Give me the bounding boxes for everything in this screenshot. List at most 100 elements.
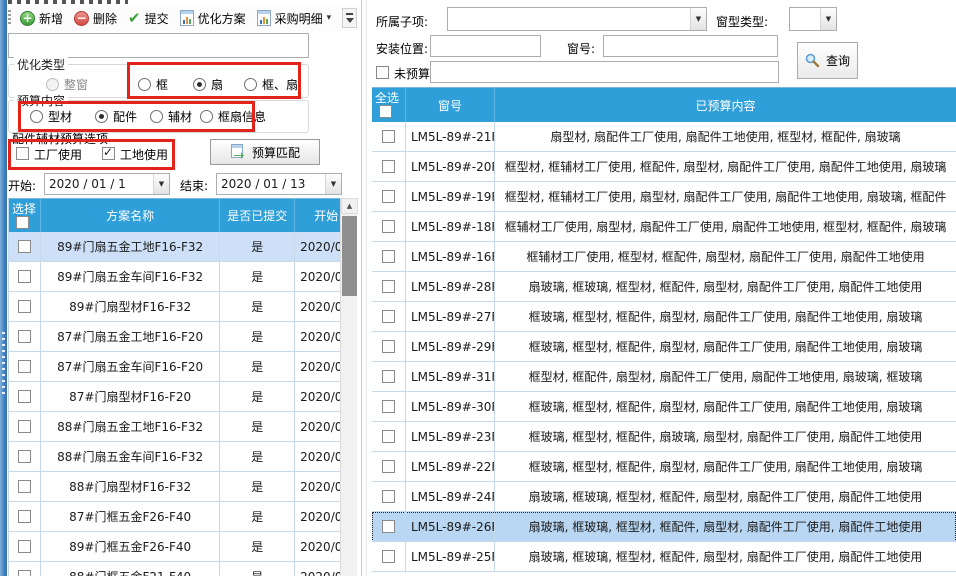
checkmark-icon: ✔ [128, 11, 141, 25]
plan-table-row[interactable]: 89#门框五金F26-F40 是 2020/0 [9, 532, 357, 562]
radio-sash[interactable] [193, 78, 206, 91]
purchase-detail-button[interactable]: 采购明细 ▾ [253, 8, 336, 29]
budget-row-checkbox[interactable] [382, 520, 395, 533]
radio-auxiliary[interactable] [150, 110, 163, 123]
radio-frame-sash[interactable] [244, 78, 257, 91]
dropdown-arrow-icon[interactable]: ▼ [153, 174, 169, 194]
budget-match-button[interactable]: 预算匹配 [210, 139, 320, 165]
budget-row-checkbox[interactable] [382, 220, 395, 233]
scroll-up-icon[interactable]: ▲ [341, 198, 358, 214]
plan-submitted-cell: 是 [220, 322, 295, 352]
budget-row-checkbox[interactable] [382, 340, 395, 353]
scrollbar-thumb[interactable] [342, 216, 357, 296]
submit-button[interactable]: ✔ 提交 [124, 8, 173, 29]
budget-table-row[interactable]: LM5L-89#-18F16 框辅材工厂使用, 扇型材, 扇配件工厂使用, 扇配… [372, 212, 956, 242]
plan-table-row[interactable]: 87#门扇型材F16-F20 是 2020/0 [9, 382, 357, 412]
budget-table-row[interactable]: LM5L-89#-16F15 框辅材工厂使用, 框型材, 框配件, 扇型材, 扇… [372, 242, 956, 272]
budget-table-row[interactable]: LM5L-89#-20F18 框型材, 框辅材工厂使用, 框配件, 扇型材, 扇… [372, 152, 956, 182]
end-date-label: 结束: [180, 177, 208, 194]
plan-table-scrollbar[interactable]: ▲ [340, 198, 357, 576]
plan-row-checkbox[interactable] [18, 420, 31, 433]
dropdown-arrow-icon[interactable]: ▼ [325, 174, 341, 194]
plan-row-checkbox[interactable] [18, 570, 31, 576]
budget-table-row[interactable]: LM5L-89#-25F23 扇玻璃, 框玻璃, 框型材, 框配件, 扇型材, … [372, 542, 956, 572]
window-type-select[interactable]: ▼ [789, 7, 837, 31]
plan-row-checkbox[interactable] [18, 450, 31, 463]
plan-row-checkbox[interactable] [18, 330, 31, 343]
budget-table-row[interactable]: LM5L-89#-31F29 框型材, 框配件, 扇型材, 扇配件工厂使用, 扇… [372, 362, 956, 392]
plan-table-row[interactable]: 88#门扇五金车间F16-F32 是 2020/0 [9, 442, 357, 472]
plan-table-row[interactable]: 87#门扇五金工地F16-F20 是 2020/0 [9, 322, 357, 352]
dropdown-arrow-icon[interactable]: ▼ [820, 8, 836, 30]
budget-table-row[interactable]: LM5L-89#-30F28 框玻璃, 框型材, 框配件, 扇型材, 扇配件工厂… [372, 392, 956, 422]
unbudgeted-input[interactable] [430, 61, 779, 83]
budget-window-no-cell: LM5L-89#-28F26 [406, 272, 495, 302]
radio-accessory[interactable] [95, 110, 108, 123]
budget-row-checkbox[interactable] [382, 250, 395, 263]
budget-row-checkbox[interactable] [382, 370, 395, 383]
site-use-checkbox[interactable] [102, 147, 115, 160]
radio-auxiliary-label: 辅材 [168, 108, 192, 125]
splitter-grip-icon[interactable] [2, 332, 5, 394]
budget-row-checkbox[interactable] [382, 160, 395, 173]
select-all-plans-checkbox[interactable] [16, 216, 29, 229]
budget-row-checkbox[interactable] [382, 190, 395, 203]
budget-row-checkbox[interactable] [382, 490, 395, 503]
budget-table-row[interactable]: LM5L-89#-24F22 扇玻璃, 框玻璃, 框型材, 框配件, 扇型材, … [372, 482, 956, 512]
budget-row-checkbox[interactable] [382, 550, 395, 563]
plan-row-checkbox[interactable] [18, 360, 31, 373]
budget-row-checkbox[interactable] [382, 430, 395, 443]
plan-row-checkbox[interactable] [18, 270, 31, 283]
plan-row-checkbox[interactable] [18, 540, 31, 553]
plan-submitted-cell: 是 [220, 262, 295, 292]
plan-table-row[interactable]: 88#门扇型材F16-F32 是 2020/0 [9, 472, 357, 502]
delete-button[interactable]: − 删除 [70, 8, 121, 29]
sub-item-select[interactable]: ▼ [447, 7, 707, 31]
budget-table-row[interactable]: LM5L-89#-27F25 框玻璃, 框型材, 框配件, 扇型材, 扇配件工厂… [372, 302, 956, 332]
budget-row-checkbox[interactable] [382, 280, 395, 293]
budget-table-row[interactable]: LM5L-89#-23F21 框玻璃, 框型材, 框配件, 扇玻璃, 扇型材, … [372, 422, 956, 452]
budget-table-row[interactable]: LM5L-89#-26F24 扇玻璃, 框玻璃, 框型材, 框配件, 扇型材, … [372, 512, 956, 542]
plan-row-checkbox[interactable] [18, 300, 31, 313]
budget-table-row[interactable]: LM5L-89#-21F19 扇型材, 扇配件工厂使用, 扇配件工地使用, 框型… [372, 122, 956, 152]
budget-table-row[interactable]: LM5L-89#-19F17 框型材, 框辅材工厂使用, 扇型材, 扇配件工厂使… [372, 182, 956, 212]
window-no-input[interactable] [603, 35, 778, 57]
plan-table-row[interactable]: 87#门扇五金车间F16-F20 是 2020/0 [9, 352, 357, 382]
radio-frame[interactable] [138, 78, 151, 91]
add-button[interactable]: + 新增 [16, 8, 67, 29]
plan-row-checkbox[interactable] [18, 510, 31, 523]
budget-row-checkbox[interactable] [382, 400, 395, 413]
plan-submitted-cell: 是 [220, 472, 295, 502]
radio-whole-window[interactable] [46, 78, 59, 91]
budget-table-row[interactable]: LM5L-89#-28F26 扇玻璃, 框玻璃, 框型材, 框配件, 扇型材, … [372, 272, 956, 302]
budget-table-row[interactable]: LM5L-89#-29F27 框玻璃, 框型材, 框配件, 扇型材, 扇配件工厂… [372, 332, 956, 362]
dropdown-arrow-icon[interactable]: ▼ [690, 8, 706, 30]
budget-content-cell: 框辅材工厂使用, 框型材, 框配件, 扇型材, 扇配件工厂使用, 扇配件工地使用 [495, 242, 956, 272]
plan-filter-input[interactable] [8, 33, 309, 58]
budget-row-checkbox[interactable] [382, 130, 395, 143]
radio-frame-sash-info[interactable] [200, 110, 213, 123]
factory-use-checkbox[interactable] [16, 147, 29, 160]
optimize-plan-button[interactable]: 优化方案 [176, 8, 250, 29]
optimize-plan-button-label: 优化方案 [198, 10, 246, 27]
plan-table-row[interactable]: 89#门扇型材F16-F32 是 2020/0 [9, 292, 357, 322]
plan-table-row[interactable]: 87#门框五金F26-F40 是 2020/0 [9, 502, 357, 532]
plan-row-checkbox[interactable] [18, 390, 31, 403]
plan-table-row[interactable]: 88#门框五金F21-F40 是 2020/0 [9, 562, 357, 576]
start-date-picker[interactable]: 2020 / 01 / 1 ▼ [44, 173, 170, 195]
end-date-picker[interactable]: 2020 / 01 / 13 ▼ [216, 173, 342, 195]
plan-table-row[interactable]: 88#门扇五金工地F16-F32 是 2020/0 [9, 412, 357, 442]
plan-table-row[interactable]: 89#门扇五金工地F16-F32 是 2020/0 [9, 232, 357, 262]
budget-row-checkbox[interactable] [382, 460, 395, 473]
query-button[interactable]: 查询 [797, 42, 858, 79]
unbudgeted-checkbox[interactable] [376, 66, 389, 79]
install-position-input[interactable] [430, 35, 541, 57]
plan-row-checkbox[interactable] [18, 240, 31, 253]
plan-row-checkbox[interactable] [18, 480, 31, 493]
radio-profile[interactable] [30, 110, 43, 123]
select-all-windows-checkbox[interactable] [379, 105, 392, 118]
toolbar-overflow-button[interactable] [342, 8, 357, 28]
budget-table-row[interactable]: LM5L-89#-22F20 框玻璃, 框型材, 框配件, 扇型材, 扇配件工厂… [372, 452, 956, 482]
plan-table-row[interactable]: 89#门扇五金车间F16-F32 是 2020/0 [9, 262, 357, 292]
budget-row-checkbox[interactable] [382, 310, 395, 323]
